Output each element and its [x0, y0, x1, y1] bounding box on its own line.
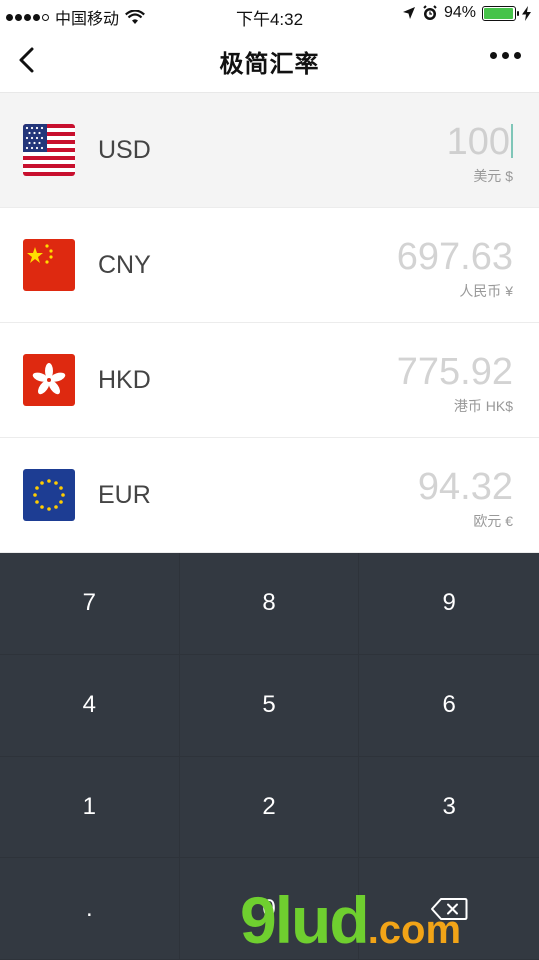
- currency-code: CNY: [98, 251, 151, 279]
- location-icon: [402, 7, 415, 19]
- currency-code: USD: [98, 136, 151, 164]
- page-title: 极简汇率: [219, 51, 320, 78]
- currency-amount[interactable]: 94.32: [418, 466, 513, 509]
- numeric-keypad: 7 8 9 4 5 6 1 2 3 . 0: [0, 553, 539, 960]
- hk-flag-icon: [23, 354, 75, 406]
- backspace-icon: [431, 897, 468, 920]
- us-flag-icon: [23, 124, 75, 176]
- key-backspace[interactable]: [359, 858, 539, 960]
- currency-row-hkd[interactable]: HKD 775.92 港币 HK$: [0, 323, 539, 438]
- key-5[interactable]: 5: [179, 654, 360, 757]
- key-8[interactable]: 8: [179, 553, 360, 655]
- currency-list: USD 100 美元 $ CNY 697.63 人民币 ¥ HKD 775.92…: [0, 93, 539, 553]
- battery-icon: [482, 5, 519, 21]
- battery-percent: 94%: [443, 4, 476, 21]
- status-bar: 中国移动 下午4:32 94%: [0, 0, 539, 30]
- currency-name: 美元 $: [473, 168, 513, 184]
- key-4[interactable]: 4: [0, 654, 180, 757]
- alarm-icon: [423, 5, 437, 20]
- nav-bar: 极简汇率: [0, 30, 539, 93]
- more-icon[interactable]: [490, 52, 521, 59]
- status-right: 94%: [402, 4, 531, 22]
- key-0[interactable]: 0: [179, 858, 360, 960]
- key-2[interactable]: 2: [179, 756, 360, 859]
- currency-row-usd[interactable]: USD 100 美元 $: [0, 93, 539, 208]
- currency-code: EUR: [98, 481, 151, 509]
- key-6[interactable]: 6: [359, 655, 539, 757]
- currency-name: 人民币 ¥: [459, 283, 513, 299]
- eu-flag-icon: [23, 469, 75, 521]
- key-3[interactable]: 3: [359, 757, 539, 859]
- currency-row-cny[interactable]: CNY 697.63 人民币 ¥: [0, 208, 539, 323]
- cn-flag-icon: [23, 239, 75, 291]
- text-caret: [511, 124, 513, 158]
- currency-name: 欧元 €: [473, 513, 513, 529]
- key-decimal[interactable]: .: [0, 858, 180, 960]
- charging-icon: [522, 5, 531, 21]
- key-7[interactable]: 7: [0, 553, 180, 655]
- currency-code: HKD: [98, 366, 151, 394]
- key-1[interactable]: 1: [0, 756, 180, 859]
- currency-amount[interactable]: 775.92: [397, 351, 513, 394]
- currency-row-eur[interactable]: EUR 94.32 欧元 €: [0, 438, 539, 553]
- currency-amount-input[interactable]: 100: [447, 121, 513, 164]
- currency-name: 港币 HK$: [453, 398, 513, 414]
- currency-amount[interactable]: 697.63: [397, 236, 513, 279]
- key-9[interactable]: 9: [359, 553, 539, 655]
